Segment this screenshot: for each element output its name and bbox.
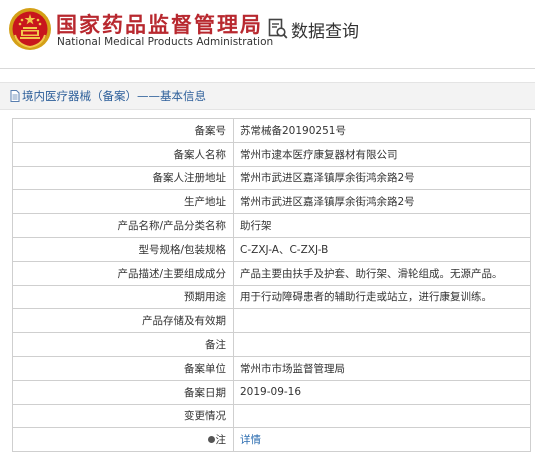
agency-title-cn: 国家药品监督管理局	[56, 13, 263, 37]
table-row: 备案号 苏常械备20190251号	[12, 118, 531, 143]
table-row: 备注	[12, 332, 531, 357]
table-row: 备案人名称 常州市逮本医疗康复器材有限公司	[12, 141, 531, 167]
row-label: 产品描述/主要组成成分	[12, 260, 234, 286]
row-label: 预期用途	[12, 284, 234, 310]
national-emblem-icon	[9, 8, 51, 50]
table-row: 变更情况	[12, 403, 531, 429]
basic-info-table: 备案号 苏常械备20190251号 备案人名称 常州市逮本医疗康复器材有限公司 备案人注…	[12, 118, 531, 453]
row-label-text: 注	[215, 434, 227, 447]
table-row: 备案人注册地址 常州市武进区嘉泽镇厚余街鸿余路2号	[12, 165, 531, 191]
row-value: 常州市市场监督管理局	[233, 355, 531, 381]
table-row: 产品描述/主要组成成分 产品主要由扶手及护套、助行架、滑轮组成。无源产品。	[12, 260, 531, 286]
data-query-label: 数据查询	[291, 21, 359, 42]
section-header: 境内医疗器械（备案）——基本信息	[0, 82, 535, 110]
row-label: 产品存储及有效期	[12, 308, 234, 334]
row-value	[233, 332, 531, 357]
agency-title-en: National Medical Products Administration	[57, 36, 274, 48]
table-row: 预期用途 用于行动障碍患者的辅助行走或站立，进行康复训练。	[12, 284, 531, 310]
row-value: 苏常械备20190251号	[233, 118, 531, 143]
row-label: 备案人名称	[12, 141, 234, 167]
row-value	[233, 308, 531, 334]
row-label: 生产地址	[12, 189, 234, 215]
document-icon	[10, 90, 20, 102]
table-row: 产品名称/产品分类名称 助行架	[12, 213, 531, 238]
table-row: 备案日期 2019-09-16	[12, 379, 531, 405]
row-label: 注	[12, 427, 234, 453]
row-label: 备案号	[12, 118, 234, 143]
table-row: 生产地址 常州市武进区嘉泽镇厚余街鸿余路2号	[12, 189, 531, 215]
row-label: 备案人注册地址	[12, 165, 234, 191]
row-label: 备案单位	[12, 355, 234, 381]
row-value: 常州市逮本医疗康复器材有限公司	[233, 141, 531, 167]
table-row: 备案单位 常州市市场监督管理局	[12, 355, 531, 381]
row-value: 助行架	[233, 213, 531, 238]
row-value: 用于行动障碍患者的辅助行走或站立，进行康复训练。	[233, 284, 531, 310]
row-value: 产品主要由扶手及护套、助行架、滑轮组成。无源产品。	[233, 260, 531, 286]
row-label: 产品名称/产品分类名称	[12, 213, 234, 238]
row-value: 常州市武进区嘉泽镇厚余街鸿余路2号	[233, 189, 531, 215]
row-label: 备案日期	[12, 379, 234, 405]
data-query-link[interactable]: 数据查询	[268, 16, 359, 42]
note-dot-icon	[207, 435, 215, 443]
row-value: 2019-09-16	[233, 379, 531, 405]
table-row: 注详情	[12, 427, 531, 453]
table-row: 产品存储及有效期	[12, 308, 531, 334]
row-value: 常州市武进区嘉泽镇厚余街鸿余路2号	[233, 165, 531, 191]
row-label: 型号规格/包装规格	[12, 236, 234, 262]
section-title: 境内医疗器械（备案）——基本信息	[22, 89, 206, 103]
row-label: 变更情况	[12, 403, 234, 429]
details-link[interactable]: 详情	[233, 427, 531, 453]
row-value: C-ZXJ-A、C-ZXJ-B	[233, 236, 531, 262]
site-header: 国家药品监督管理局 National Medical Products Admi…	[0, 0, 535, 62]
search-document-icon	[268, 18, 288, 39]
row-label: 备注	[12, 332, 234, 357]
table-row: 型号规格/包装规格 C-ZXJ-A、C-ZXJ-B	[12, 236, 531, 262]
row-value	[233, 403, 531, 429]
